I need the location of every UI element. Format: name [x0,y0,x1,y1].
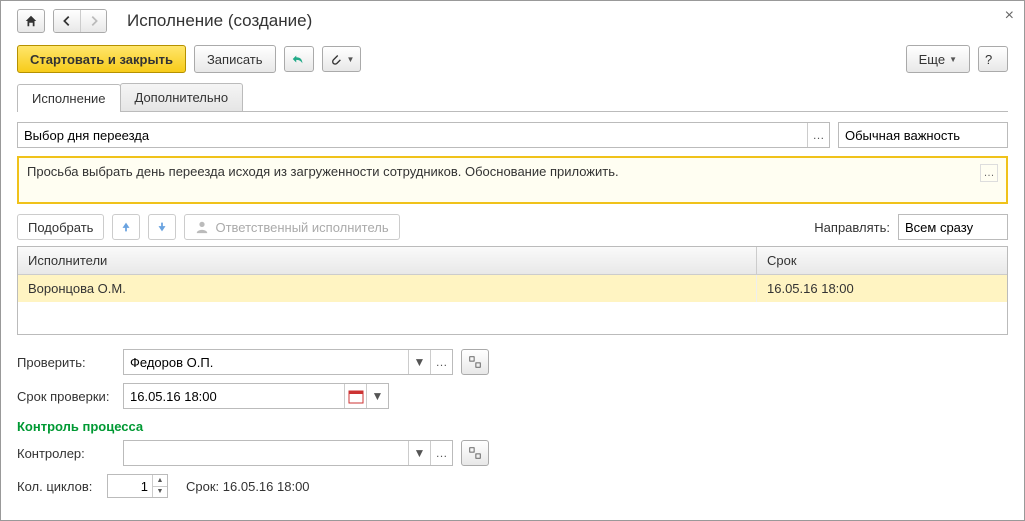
arrow-right-icon [87,14,101,28]
subject-input[interactable] [18,123,807,147]
check-input[interactable] [124,350,408,374]
arrow-left-icon [60,14,74,28]
tab-execution[interactable]: Исполнение [17,84,121,112]
table-row[interactable]: Воронцова О.М. 16.05.16 18:00 [18,275,1007,302]
step-down-button[interactable]: ▼ [153,486,167,498]
pick-button[interactable]: Подобрать [17,214,104,240]
check-deadline-label: Срок проверки: [17,389,115,404]
paperclip-icon [329,52,343,66]
tab-additional[interactable]: Дополнительно [120,83,244,111]
more-button[interactable]: Еще ▼ [906,45,970,73]
check-input-group: ▼ … [123,349,453,375]
cycles-deadline-label: Срок: [186,479,219,494]
reply-button[interactable] [284,46,314,72]
controller-label: Контролер: [17,446,115,461]
controller-input-group: ▼ … [123,440,453,466]
ellipsis-button[interactable]: … [430,441,452,465]
chevron-down-icon[interactable]: ▼ [408,350,430,374]
check-deadline-input-group: ▼ [123,383,389,409]
ellipsis-button[interactable]: … [980,164,998,182]
performers-table: Исполнители Срок Воронцова О.М. 16.05.16… [17,246,1008,335]
check-label: Проверить: [17,355,115,370]
person-icon [195,220,209,234]
chevron-down-icon: ▼ [347,55,355,64]
calendar-icon [348,388,364,404]
expand-button[interactable] [461,349,489,375]
move-down-button [148,214,176,240]
chevron-down-icon: ▼ [949,55,957,64]
arrow-down-icon [155,220,169,234]
col-deadline[interactable]: Срок [757,247,1007,274]
page-title: Исполнение (создание) [127,11,312,31]
save-button[interactable]: Записать [194,45,276,73]
description-text: Просьба выбрать день переезда исходя из … [27,164,980,196]
attach-button[interactable]: ▼ [322,46,362,72]
calendar-button[interactable] [344,384,366,408]
table-empty [18,302,1007,334]
reply-icon [291,52,305,66]
col-performers[interactable]: Исполнители [18,247,757,274]
cell-performer: Воронцова О.М. [18,275,757,302]
help-button[interactable]: ? [978,46,1008,72]
cycles-stepper[interactable]: ▲ ▼ [107,474,168,498]
table-header: Исполнители Срок [18,247,1007,275]
chevron-down-icon[interactable]: ▼ [408,441,430,465]
ellipsis-button[interactable]: … [430,350,452,374]
route-label: Направлять: [814,220,890,235]
cycles-deadline-value: 16.05.16 18:00 [223,479,310,494]
titlebar: Исполнение (создание) [17,9,1008,33]
expand-icon [468,446,482,460]
nav-buttons [53,9,107,33]
forward-button [80,10,106,32]
controller-input[interactable] [124,441,408,465]
expand-button[interactable] [461,440,489,466]
cycles-input[interactable] [108,475,152,497]
route-select[interactable]: ▼ [898,214,1008,240]
tabs: Исполнение Дополнительно [17,83,1008,112]
importance-select[interactable]: ▼ [838,122,1008,148]
window: × Исполнение (создание) Стартовать и зак… [0,0,1025,521]
expand-icon [468,355,482,369]
responsible-label: Ответственный исполнитель [215,220,388,235]
main-toolbar: Стартовать и закрыть Записать ▼ Еще ▼ ? [17,45,1008,73]
check-deadline-input[interactable] [124,384,344,408]
arrow-up-icon [119,220,133,234]
home-button[interactable] [17,9,45,33]
subject-input-group: … [17,122,830,148]
move-up-button [112,214,140,240]
ellipsis-button[interactable]: … [807,123,829,147]
cell-deadline: 16.05.16 18:00 [757,275,1007,302]
importance-value[interactable] [839,123,1025,147]
back-button[interactable] [54,10,80,32]
cycles-label: Кол. циклов: [17,479,99,494]
home-icon [24,14,38,28]
more-label: Еще [919,52,945,67]
control-section-title: Контроль процесса [17,419,1008,434]
responsible-performer-button: Ответственный исполнитель [184,214,399,240]
close-icon[interactable]: × [1005,7,1014,25]
step-up-button[interactable]: ▲ [153,475,167,486]
chevron-down-icon[interactable]: ▼ [366,384,388,408]
performers-toolbar: Подобрать Ответственный исполнитель Напр… [17,214,1008,240]
start-and-close-button[interactable]: Стартовать и закрыть [17,45,186,73]
route-value[interactable] [899,215,1025,239]
description-box[interactable]: Просьба выбрать день переезда исходя из … [17,156,1008,204]
